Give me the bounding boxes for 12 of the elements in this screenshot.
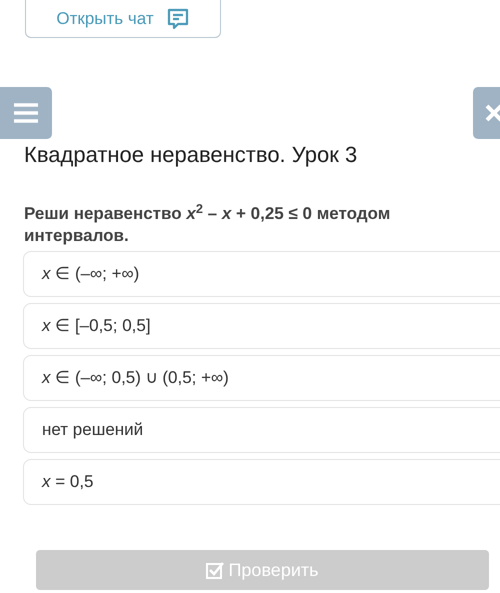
answer-option[interactable]: нет решений bbox=[23, 407, 500, 453]
question-text: Реши неравенство x$^{2}$ – x + 0,25 ≤ 0 методом интервалов. bbox=[24, 203, 392, 247]
menu-button[interactable] bbox=[0, 87, 52, 139]
menu-icon bbox=[13, 103, 39, 123]
answer-option[interactable]: x ∈ (–∞; 0,5) ∪ (0,5; +∞) bbox=[23, 355, 500, 401]
answer-option[interactable]: x = 0,5 bbox=[23, 459, 500, 505]
checkbox-icon bbox=[206, 561, 224, 579]
answer-option[interactable]: x ∈ [–0,5; 0,5] bbox=[23, 303, 500, 349]
answer-option[interactable]: x ∈ (–∞; +∞) bbox=[23, 251, 500, 297]
close-icon bbox=[485, 104, 500, 122]
lesson-title: Квадратное неравенство. Урок 3 bbox=[24, 141, 358, 169]
chat-icon bbox=[166, 8, 190, 30]
